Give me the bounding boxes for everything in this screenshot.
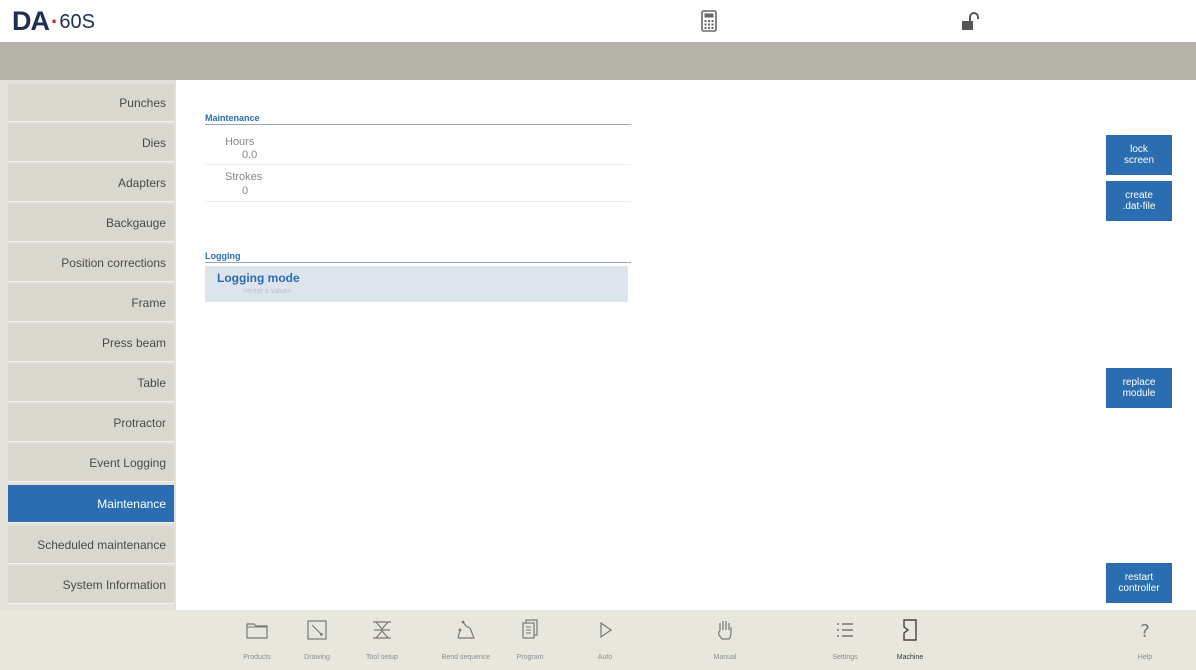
button-label-line: screen xyxy=(1123,155,1154,166)
lock-screen-button[interactable]: lock screen xyxy=(1106,135,1172,175)
logo-model: 60S xyxy=(59,11,95,33)
tool-setup-icon xyxy=(373,621,391,639)
nav-label: Help xyxy=(1137,654,1153,661)
sidebar: Punches Dies Adapters Backgauge Position… xyxy=(0,80,176,610)
hours-label: Hours xyxy=(225,136,255,148)
hand-icon xyxy=(718,621,732,640)
button-label-line: controller xyxy=(1118,583,1160,594)
nav-settings[interactable]: Settings xyxy=(817,610,873,670)
sidebar-item-label: Frame xyxy=(131,296,166,310)
folder-icon xyxy=(246,623,268,639)
nav-program[interactable]: Program xyxy=(502,610,558,670)
nav-help[interactable]: ? Help xyxy=(1117,610,1173,670)
nav-products[interactable]: Products xyxy=(229,610,285,670)
nav-drawing[interactable]: Drawing xyxy=(289,610,345,670)
button-label-line: module xyxy=(1122,388,1156,399)
logo-dot: · xyxy=(51,9,59,34)
sidebar-item-label: Dies xyxy=(141,136,166,150)
nav-label: Settings xyxy=(832,654,858,661)
sidebar-item-frame[interactable]: Frame xyxy=(8,284,174,322)
row-divider xyxy=(205,164,631,165)
sidebar-item-event-logging[interactable]: Event Logging xyxy=(8,444,174,482)
nav-label: Auto xyxy=(597,654,613,661)
unlock-icon[interactable] xyxy=(959,10,981,32)
list-icon xyxy=(837,623,853,637)
help-icon: ? xyxy=(1140,621,1150,642)
logging-mode-label: Logging mode xyxy=(217,271,300,285)
strokes-value: 0 xyxy=(242,185,249,197)
sidebar-item-label: Table xyxy=(137,376,166,390)
logo-brand: DA xyxy=(12,6,50,36)
sidebar-item-position-corrections[interactable]: Position corrections xyxy=(8,244,174,282)
nav-label: Machine xyxy=(896,654,924,661)
sidebar-item-label: System Information xyxy=(62,578,166,592)
bottom-nav: Products Drawing Tool setup Bend sequenc… xyxy=(0,610,1196,670)
machine-icon xyxy=(903,619,917,641)
nav-label: Products xyxy=(243,654,271,661)
nav-auto[interactable]: Auto xyxy=(577,610,633,670)
button-label-line: lock xyxy=(1130,144,1148,155)
section-divider xyxy=(205,124,631,125)
sidebar-item-protractor[interactable]: Protractor xyxy=(8,404,174,442)
sidebar-item-backgauge[interactable]: Backgauge xyxy=(8,204,174,242)
title-bar xyxy=(0,42,1196,80)
bend-sequence-icon xyxy=(457,620,475,639)
button-label-line: create xyxy=(1125,190,1153,201)
logging-section-title: Logging xyxy=(205,251,241,261)
sidebar-item-system-information[interactable]: System Information xyxy=(8,566,174,604)
sidebar-item-dies[interactable]: Dies xyxy=(8,124,174,162)
nav-manual[interactable]: Manual xyxy=(697,610,753,670)
nav-label: Tool setup xyxy=(366,654,398,661)
sidebar-item-label: Backgauge xyxy=(105,216,166,230)
logging-mode-placeholder: <enter a value> xyxy=(243,288,292,295)
sidebar-item-punches[interactable]: Punches xyxy=(8,84,174,122)
section-divider xyxy=(205,262,631,263)
sidebar-item-maintenance[interactable]: Maintenance xyxy=(8,485,174,523)
pencil-icon xyxy=(307,620,327,640)
sidebar-item-scheduled-maintenance[interactable]: Scheduled maintenance xyxy=(8,526,174,564)
hours-value: 0.0 xyxy=(242,149,258,161)
sidebar-item-label: Adapters xyxy=(117,176,166,190)
logging-mode-field[interactable]: Logging mode <enter a value> xyxy=(205,266,628,302)
sidebar-item-label: Protractor xyxy=(113,416,166,430)
sidebar-item-label: Maintenance xyxy=(97,497,166,511)
nav-bend-sequence[interactable]: Bend sequence xyxy=(438,610,494,670)
sidebar-item-label: Press beam xyxy=(101,336,166,350)
nav-label: Program xyxy=(516,654,544,661)
sidebar-item-adapters[interactable]: Adapters xyxy=(8,164,174,202)
calculator-icon[interactable] xyxy=(698,10,720,32)
program-icon xyxy=(522,619,538,639)
sidebar-item-label: Punches xyxy=(119,96,166,110)
sidebar-item-press-beam[interactable]: Press beam xyxy=(8,324,174,362)
nav-label: Bend sequence xyxy=(441,654,491,661)
sidebar-item-table[interactable]: Table xyxy=(8,364,174,402)
restart-controller-button[interactable]: restart controller xyxy=(1106,563,1172,603)
button-label-line: .dat-file xyxy=(1122,201,1156,212)
nav-machine[interactable]: Machine xyxy=(882,610,938,670)
nav-tool-setup[interactable]: Tool setup xyxy=(354,610,410,670)
replace-module-button[interactable]: replace module xyxy=(1106,368,1172,408)
nav-label: Drawing xyxy=(304,654,330,661)
sidebar-item-label: Event Logging xyxy=(89,456,166,470)
maintenance-section-title: Maintenance xyxy=(205,113,260,123)
play-icon xyxy=(600,621,613,639)
sidebar-item-label: Scheduled maintenance xyxy=(37,538,166,552)
strokes-label: Strokes xyxy=(225,171,263,183)
nav-label: Manual xyxy=(713,654,737,661)
svg-text:?: ? xyxy=(1140,621,1150,642)
app-window: DA · 60S Punches Dies Adapters Backgauge… xyxy=(0,0,1196,670)
sidebar-item-label: Position corrections xyxy=(61,256,166,270)
row-divider xyxy=(205,201,631,202)
header: DA · 60S xyxy=(0,0,1196,42)
button-label-line: restart xyxy=(1124,572,1154,583)
logo: DA · 60S xyxy=(12,6,95,36)
create-dat-file-button[interactable]: create .dat-file xyxy=(1106,181,1172,221)
button-label-line: replace xyxy=(1122,377,1156,388)
